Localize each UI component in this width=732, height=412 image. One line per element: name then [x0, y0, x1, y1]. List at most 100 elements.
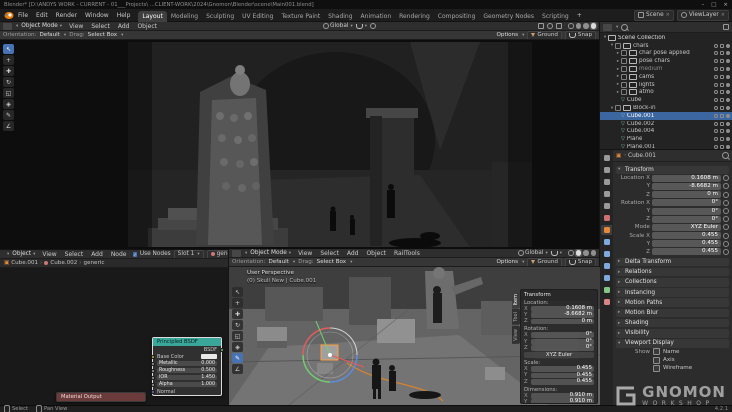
shader-menu-add[interactable]: Add — [87, 251, 107, 258]
npanel-tab-item[interactable]: Item — [512, 291, 520, 309]
options-dropdown[interactable]: Options — [496, 259, 518, 265]
topbar-menu-edit[interactable]: Edit — [32, 12, 52, 19]
material-selector[interactable]: generic — [206, 250, 228, 258]
proportional-editing-icon[interactable] — [370, 23, 377, 29]
filter-icon[interactable] — [723, 24, 729, 30]
npanel-tab-tool[interactable]: Tool — [512, 309, 520, 326]
annotate-tool-button[interactable]: ✎ — [3, 110, 14, 120]
viewport-secondary-menu-railtools[interactable]: RailTools — [390, 250, 424, 257]
collection-checkbox[interactable] — [621, 50, 627, 57]
node-header[interactable]: Material Output — [57, 393, 145, 401]
scale-tool-button[interactable]: ◱ — [232, 331, 243, 341]
mode-dropdown[interactable]: Object Mode ▾ — [21, 23, 62, 29]
outliner-item-lights[interactable]: ▸ lights — [600, 81, 732, 89]
select-box-tool-button[interactable]: ↖ — [3, 44, 14, 54]
disable-in-viewport-icon[interactable] — [720, 145, 724, 150]
ground-button[interactable]: Ground — [527, 31, 562, 39]
editor-type-icon[interactable] — [232, 249, 241, 257]
animate-decorator-icon[interactable] — [723, 216, 729, 223]
shader-menu-node[interactable]: Node — [107, 251, 131, 258]
shading-material-icon[interactable] — [583, 23, 589, 29]
ground-button[interactable]: Ground — [527, 258, 562, 266]
disable-in-viewport-icon[interactable] — [720, 129, 724, 134]
breadcrumb-item[interactable]: generic — [84, 260, 105, 266]
shading-solid-icon[interactable] — [575, 250, 581, 256]
material-output-node[interactable]: Material Output — [56, 392, 146, 402]
disable-in-viewport-icon[interactable] — [720, 98, 724, 103]
shading-rendered-icon[interactable] — [590, 23, 596, 29]
workspace-tab-uv-editing[interactable]: UV Editing — [238, 11, 277, 22]
panel-motion-paths[interactable]: ▸ Motion Paths — [616, 298, 729, 307]
hide-in-viewport-icon[interactable] — [714, 145, 718, 150]
topbar-menu-render[interactable]: Render — [52, 12, 81, 19]
measure-tool-button[interactable]: ∠ — [3, 121, 14, 131]
topbar-menu-help[interactable]: Help — [113, 12, 135, 19]
outliner-item-cube-004[interactable]: ▽ Cube.004 — [600, 128, 732, 136]
node-header[interactable]: Principled BSDF — [153, 338, 221, 346]
properties-tab-view-layer-icon[interactable] — [601, 189, 612, 199]
disable-in-viewport-icon[interactable] — [720, 121, 724, 126]
snap-button[interactable]: Snap — [564, 258, 596, 266]
disable-in-render-icon[interactable] — [726, 121, 730, 126]
npanel-tab-view[interactable]: View — [512, 326, 520, 344]
disable-in-render-icon[interactable] — [726, 98, 730, 103]
checkbox[interactable] — [653, 356, 660, 364]
field-input[interactable]: 0° — [531, 344, 594, 352]
topbar-menu-window[interactable]: Window — [81, 12, 113, 19]
shading-wireframe-icon[interactable] — [568, 250, 574, 256]
transform-tool-button[interactable]: ◈ — [232, 342, 243, 352]
collection-checkbox[interactable] — [621, 66, 627, 73]
shading-wireframe-icon[interactable] — [568, 23, 574, 29]
disable-in-viewport-icon[interactable] — [720, 74, 724, 79]
shader-node-canvas[interactable]: Principled BSDF BSDF Base Color Metallic 0.… — [0, 268, 228, 406]
properties-tab-tool-icon[interactable] — [601, 153, 612, 163]
disable-in-viewport-icon[interactable] — [720, 106, 724, 111]
collection-checkbox[interactable] — [615, 42, 621, 49]
animate-decorator-icon[interactable] — [723, 240, 729, 247]
mode-dropdown[interactable]: Object Mode ▾ — [250, 250, 291, 256]
hide-in-viewport-icon[interactable] — [714, 106, 718, 111]
field-input[interactable]: 0° — [531, 338, 594, 345]
viewport-secondary-menu-view[interactable]: View — [294, 250, 316, 257]
disable-in-render-icon[interactable] — [726, 43, 730, 48]
checkbox[interactable] — [653, 364, 660, 372]
properties-tab-world-icon[interactable] — [601, 213, 612, 223]
editor-type-icon[interactable] — [603, 23, 612, 31]
disable-in-render-icon[interactable] — [726, 137, 730, 142]
outliner-item-pose-chars[interactable]: ▸ pose chars — [600, 57, 732, 65]
viewport-secondary-menu-object[interactable]: Object — [362, 250, 390, 257]
outliner-root[interactable]: ▾ Scene Collection — [600, 34, 732, 42]
cursor-tool-button[interactable]: + — [232, 298, 243, 308]
maximize-icon[interactable]: □ — [711, 2, 716, 8]
properties-tab-physics-icon[interactable] — [601, 261, 612, 271]
snapping-toggle[interactable]: ▾ — [550, 250, 562, 256]
search-icon[interactable] — [722, 152, 729, 159]
hide-in-viewport-icon[interactable] — [714, 74, 718, 79]
field-input[interactable]: 0.455 — [531, 378, 594, 385]
shading-material-icon[interactable] — [583, 250, 589, 256]
topbar-menu-file[interactable]: File — [14, 12, 32, 19]
workspace-tab-scripting[interactable]: Scripting — [538, 11, 573, 22]
transform-orientation-dropdown[interactable]: Global ▾ — [517, 250, 548, 256]
xray-toggle-icon[interactable] — [556, 23, 562, 29]
input-socket-icon[interactable] — [150, 368, 155, 373]
editor-type-icon[interactable] — [3, 22, 12, 30]
disable-in-viewport-icon[interactable] — [720, 67, 724, 72]
viewport-main-menu-add[interactable]: Add — [114, 23, 134, 30]
disable-in-render-icon[interactable] — [726, 90, 730, 95]
animate-decorator-icon[interactable] — [723, 208, 729, 215]
transform-tool-button[interactable]: ◈ — [3, 99, 14, 109]
search-icon[interactable] — [621, 23, 629, 31]
viewport-main-menu-view[interactable]: View — [65, 23, 87, 30]
rotation-mode-dropdown[interactable]: XYZ Euler — [524, 352, 594, 359]
move-tool-button[interactable]: ✚ — [3, 66, 14, 76]
outliner-item-cams[interactable]: ▸ cams — [600, 73, 732, 81]
disable-in-render-icon[interactable] — [726, 129, 730, 134]
unlink-icon[interactable]: × — [666, 12, 670, 18]
shader-menu-select[interactable]: Select — [61, 251, 88, 258]
animate-decorator-icon[interactable] — [723, 183, 729, 190]
overlays-toggle-icon[interactable] — [547, 23, 553, 29]
animate-decorator-icon[interactable] — [723, 199, 729, 206]
input-socket-icon[interactable] — [150, 375, 155, 380]
field-input[interactable]: 0° — [652, 207, 721, 215]
